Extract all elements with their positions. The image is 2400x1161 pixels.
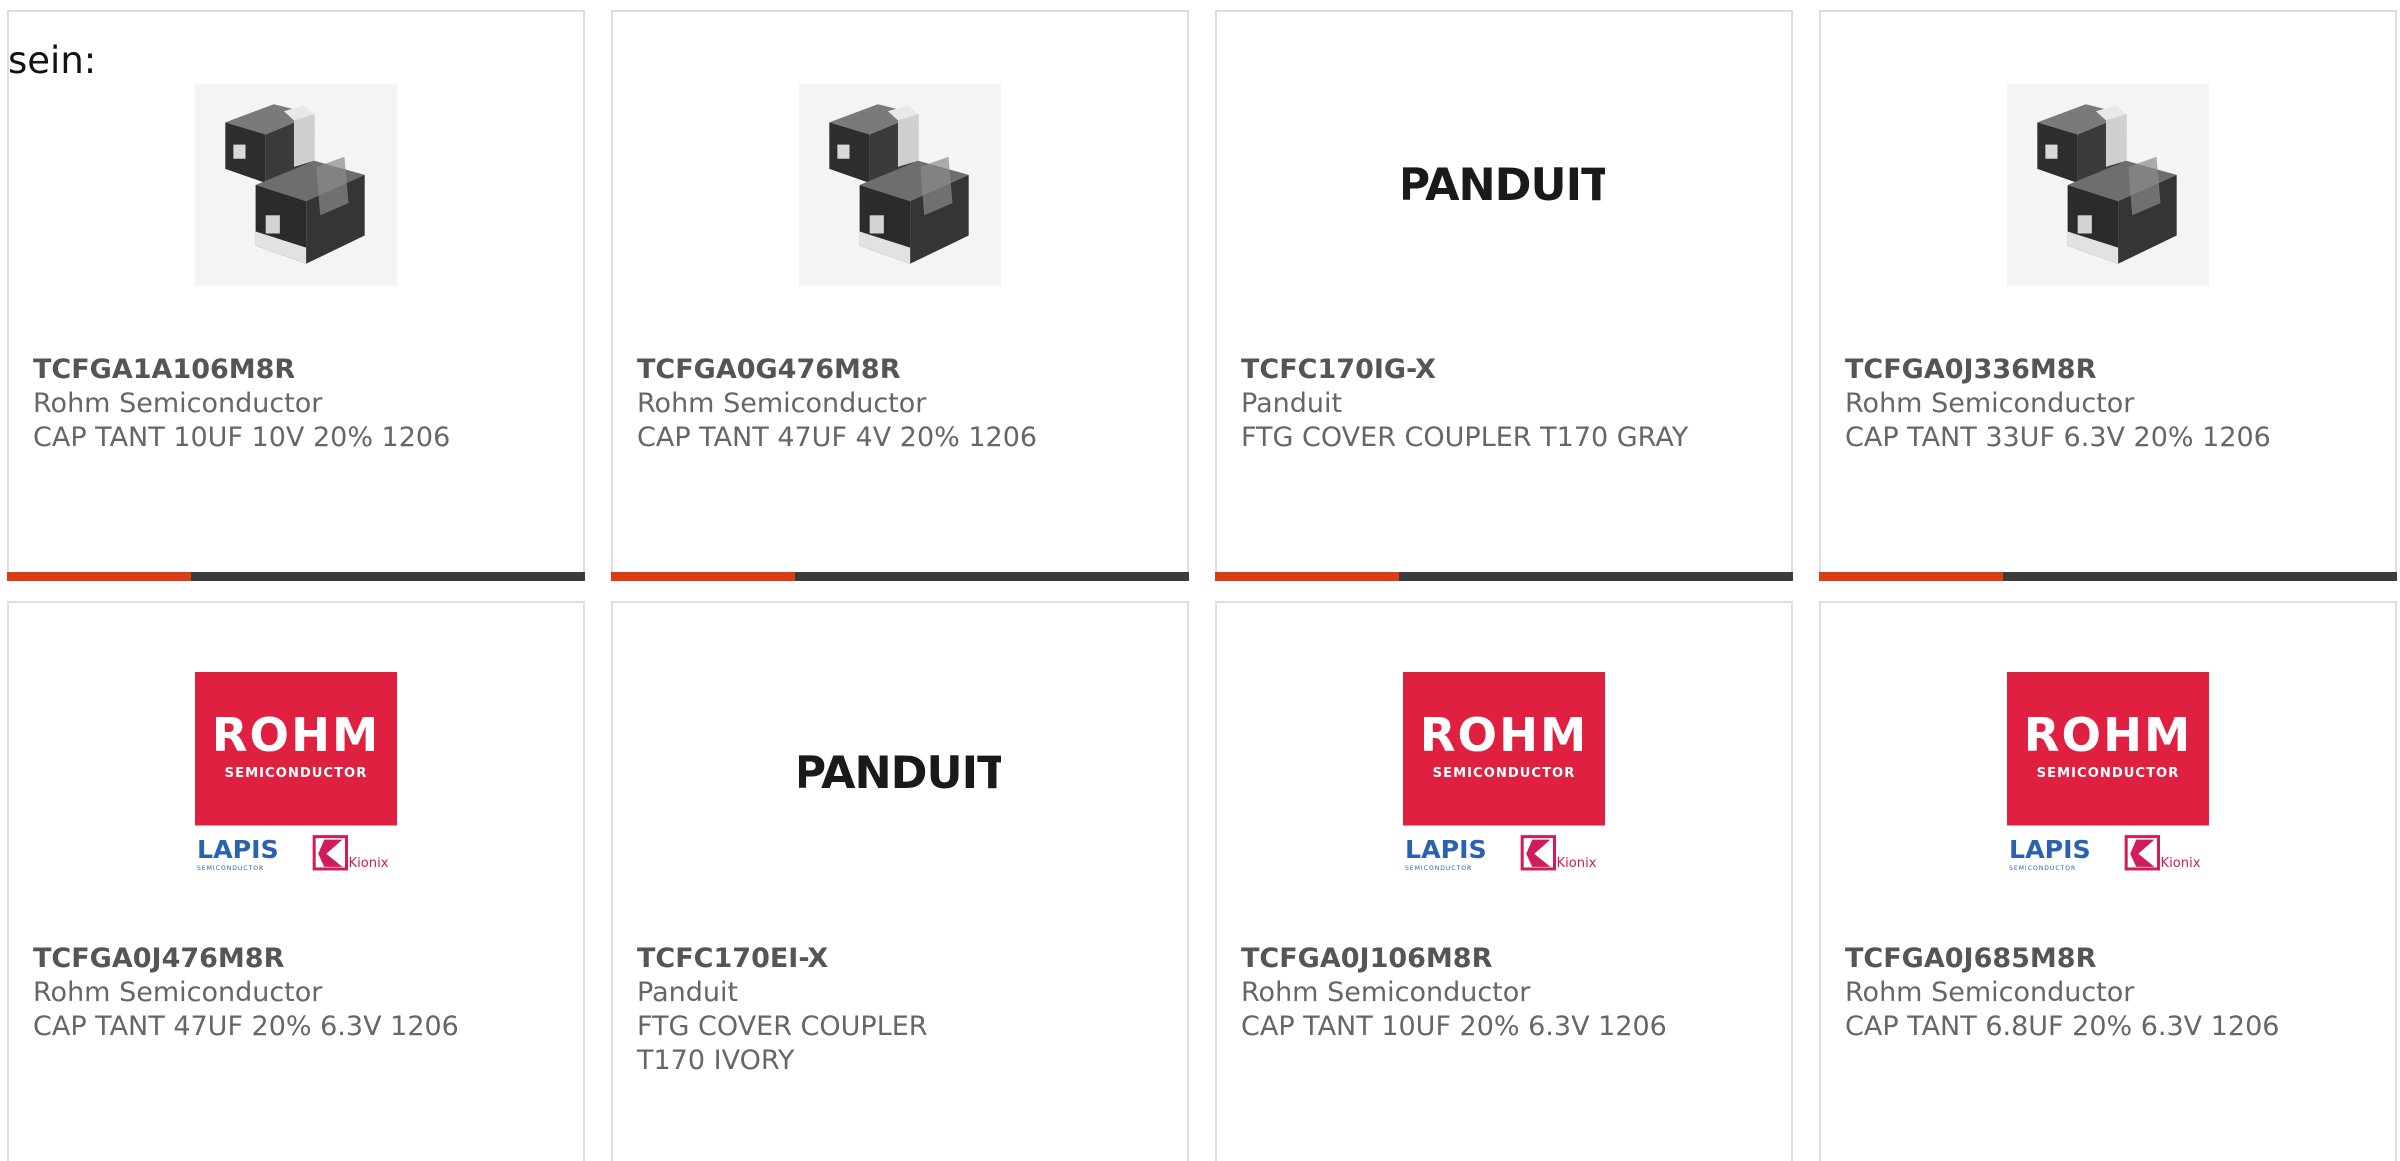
product-grid-page: sein: TCFGA1A106M8R Rohm Semiconductor C… <box>0 0 2400 1161</box>
tantalum-capacitor-image[interactable] <box>799 84 1001 286</box>
intro-text: sein: <box>8 39 97 82</box>
card-footer-bar <box>611 572 1189 581</box>
product-meta: TCFGA1A106M8R Rohm Semiconductor CAP TAN… <box>33 353 559 455</box>
part-number-link[interactable]: TCFGA0J106M8R <box>1241 942 1767 976</box>
product-card[interactable]: TCFGA0J336M8R Rohm Semiconductor CAP TAN… <box>1819 10 2397 581</box>
manufacturer-name: Rohm Semiconductor <box>33 388 323 419</box>
product-meta: TCFGA0J476M8R Rohm Semiconductor CAP TAN… <box>33 942 559 1044</box>
product-description: CAP TANT 10UF 20% 6.3V 1206 <box>1241 1011 1667 1042</box>
product-meta: TCFGA0J106M8R Rohm Semiconductor CAP TAN… <box>1241 942 1767 1044</box>
product-description: CAP TANT 47UF 20% 6.3V 1206 <box>33 1011 459 1042</box>
product-meta: TCFC170IG-X Panduit FTG COVER COUPLER T1… <box>1241 353 1767 455</box>
part-number-link[interactable]: TCFGA0J476M8R <box>33 942 559 976</box>
card-accent-bar <box>7 572 191 581</box>
card-accent-bar <box>611 572 795 581</box>
manufacturer-name: Rohm Semiconductor <box>33 977 323 1008</box>
tantalum-capacitor-image[interactable] <box>2007 84 2209 286</box>
product-description: CAP TANT 6.8UF 20% 6.3V 1206 <box>1845 1011 2280 1042</box>
manufacturer-name: Panduit <box>1241 388 1343 419</box>
part-number-link[interactable]: TCFC170IG-X <box>1241 353 1767 387</box>
product-description: CAP TANT 47UF 4V 20% 1206 <box>637 422 1038 453</box>
manufacturer-name: Rohm Semiconductor <box>637 388 927 419</box>
part-number-link[interactable]: TCFGA1A106M8R <box>33 353 559 387</box>
part-number-link[interactable]: TCFC170EI-X <box>637 942 1163 976</box>
manufacturer-name: Rohm Semiconductor <box>1241 977 1531 1008</box>
tantalum-capacitor-image[interactable] <box>195 84 397 286</box>
product-card[interactable]: TCFC170EI-X Panduit FTG COVER COUPLER T1… <box>611 601 1189 1161</box>
manufacturer-name: Rohm Semiconductor <box>1845 388 2135 419</box>
rohm-logo-image[interactable] <box>1403 672 1605 874</box>
part-number-link[interactable]: TCFGA0J685M8R <box>1845 942 2371 976</box>
product-card[interactable]: TCFC170IG-X Panduit FTG COVER COUPLER T1… <box>1215 10 1793 581</box>
product-card[interactable]: TCFGA0J685M8R Rohm Semiconductor CAP TAN… <box>1819 601 2397 1161</box>
product-meta: TCFGA0J685M8R Rohm Semiconductor CAP TAN… <box>1845 942 2371 1044</box>
product-meta: TCFGA0G476M8R Rohm Semiconductor CAP TAN… <box>637 353 1163 455</box>
rohm-logo-image[interactable] <box>195 672 397 874</box>
product-meta: TCFC170EI-X Panduit FTG COVER COUPLER T1… <box>637 942 1163 1078</box>
product-description: CAP TANT 33UF 6.3V 20% 1206 <box>1845 422 2271 453</box>
part-number-link[interactable]: TCFGA0G476M8R <box>637 353 1163 387</box>
product-meta: TCFGA0J336M8R Rohm Semiconductor CAP TAN… <box>1845 353 2371 455</box>
manufacturer-name: Panduit <box>637 977 739 1008</box>
product-card[interactable]: TCFGA1A106M8R Rohm Semiconductor CAP TAN… <box>7 10 585 581</box>
product-card[interactable]: TCFGA0J476M8R Rohm Semiconductor CAP TAN… <box>7 601 585 1161</box>
panduit-logo-image[interactable] <box>799 672 1001 874</box>
product-description: FTG COVER COUPLER T170 IVORY <box>637 1011 928 1076</box>
product-description: CAP TANT 10UF 10V 20% 1206 <box>33 422 451 453</box>
product-card[interactable]: TCFGA0G476M8R Rohm Semiconductor CAP TAN… <box>611 10 1189 581</box>
panduit-logo-image[interactable] <box>1403 84 1605 286</box>
manufacturer-name: Rohm Semiconductor <box>1845 977 2135 1008</box>
card-footer-bar <box>1819 572 2397 581</box>
card-accent-bar <box>1215 572 1399 581</box>
product-description: FTG COVER COUPLER T170 GRAY <box>1241 422 1689 453</box>
part-number-link[interactable]: TCFGA0J336M8R <box>1845 353 2371 387</box>
rohm-logo-image[interactable] <box>2007 672 2209 874</box>
card-accent-bar <box>1819 572 2003 581</box>
product-card[interactable]: TCFGA0J106M8R Rohm Semiconductor CAP TAN… <box>1215 601 1793 1161</box>
card-footer-bar <box>7 572 585 581</box>
card-footer-bar <box>1215 572 1793 581</box>
